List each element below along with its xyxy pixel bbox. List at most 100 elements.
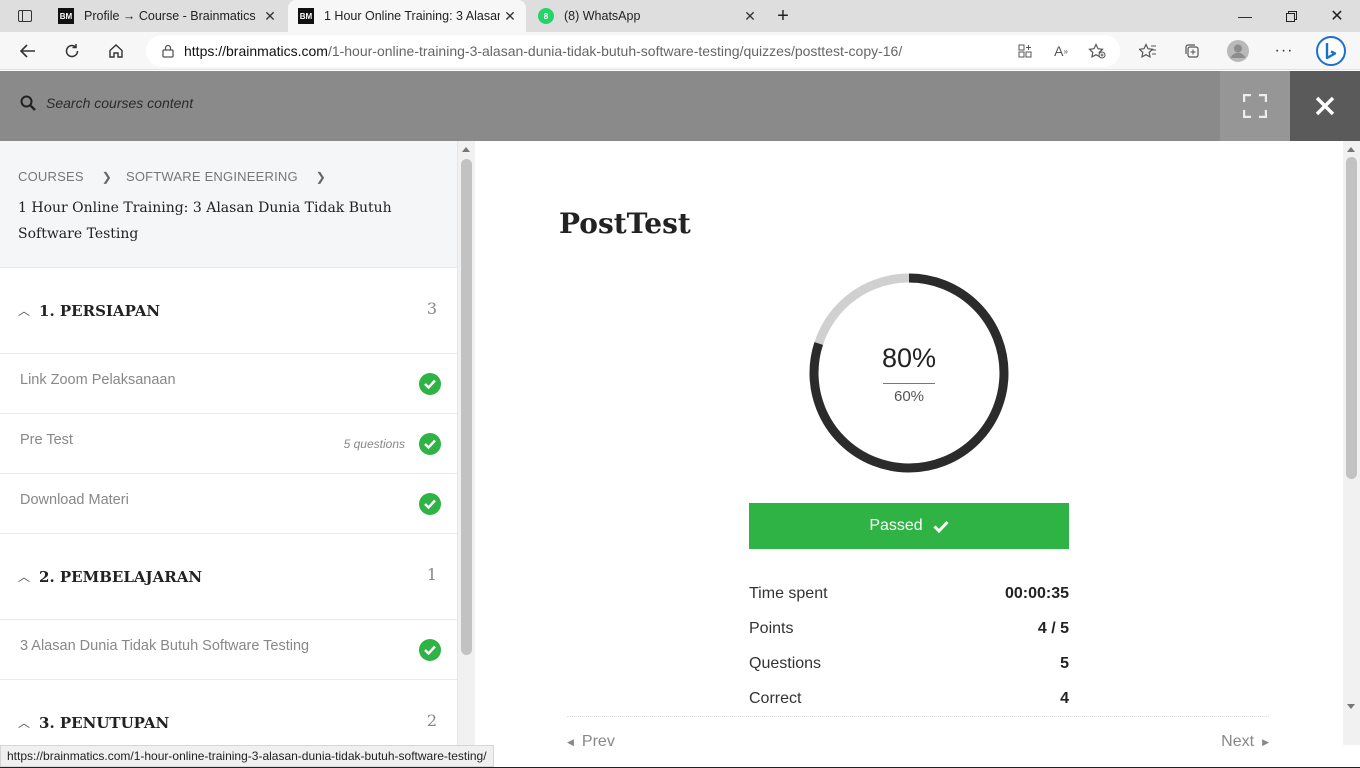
- tab-posttest[interactable]: BM 1 Hour Online Training: 3 Alasan ✕: [288, 0, 526, 32]
- close-course-button[interactable]: [1290, 71, 1360, 141]
- tab-title: 1 Hour Online Training: 3 Alasan: [324, 9, 500, 23]
- tab-title: (8) WhatsApp: [564, 9, 641, 23]
- stat-label: Questions: [749, 655, 822, 672]
- lesson-title: 3 Alasan Dunia Tidak Butuh Software Test…: [20, 637, 310, 654]
- completed-check-icon: [419, 492, 441, 515]
- scroll-up-arrow-icon[interactable]: [462, 147, 470, 152]
- checkmark-icon: [933, 520, 949, 533]
- chevron-right-icon: ❯: [315, 169, 327, 184]
- breadcrumb-courses[interactable]: COURSES: [18, 169, 84, 184]
- result-percent: 80%: [881, 343, 937, 373]
- breadcrumb: COURSES ❯ SOFTWARE ENGINEERING ❯ 1 Hour …: [0, 141, 457, 268]
- section-count: 3: [426, 299, 437, 318]
- tab-profile-course[interactable]: BM Profile → Course - Brainmatics ✕: [48, 0, 286, 32]
- add-favorite-icon[interactable]: [1082, 36, 1112, 66]
- url-path: /1-hour-online-training-3-alasan-dunia-t…: [327, 43, 903, 59]
- restore-icon[interactable]: [1268, 0, 1314, 32]
- completed-check-icon: [419, 432, 441, 455]
- home-icon[interactable]: [101, 36, 131, 66]
- back-icon[interactable]: [13, 36, 43, 66]
- browser-tab-bar: BM Profile → Course - Brainmatics ✕ BM 1…: [0, 0, 1360, 32]
- scrollbar-thumb[interactable]: [1346, 157, 1357, 479]
- lesson-pre-test[interactable]: Pre Test 5 questions: [0, 414, 457, 474]
- curriculum-sidebar: COURSES ❯ SOFTWARE ENGINEERING ❯ 1 Hour …: [0, 141, 458, 745]
- scroll-up-arrow-icon[interactable]: [1347, 147, 1355, 152]
- completed-check-icon: [419, 372, 441, 395]
- refresh-icon[interactable]: [57, 36, 87, 66]
- section-pembelajaran[interactable]: ︿ 2. PEMBELAJARAN 1: [0, 534, 457, 620]
- whatsapp-favicon-icon: 8: [538, 8, 554, 24]
- chevron-up-icon: ︿: [18, 304, 31, 318]
- passed-badge: Passed: [749, 503, 1069, 549]
- fullscreen-button[interactable]: [1220, 71, 1290, 141]
- quiz-stats: Time spent 00:00:35 Points 4 / 5 Questions…: [749, 585, 1069, 725]
- prev-label: Prev: [581, 733, 615, 750]
- new-tab-icon[interactable]: +: [770, 0, 796, 32]
- stat-label: Points: [749, 620, 794, 637]
- stat-label: Time spent: [749, 585, 828, 602]
- stat-value: 4 / 5: [1037, 620, 1069, 637]
- section-title: 3. PENUTUPAN: [39, 713, 170, 732]
- more-options-icon[interactable]: ···: [1269, 36, 1299, 66]
- tab-whatsapp[interactable]: 8 (8) WhatsApp ✕: [528, 0, 766, 32]
- chevron-up-icon: ︿: [18, 716, 31, 730]
- chevron-right-icon: ❯: [101, 169, 112, 184]
- section-penutupan[interactable]: ︿ 3. PENUTUPAN 2: [0, 680, 457, 745]
- app-available-icon[interactable]: [1010, 36, 1040, 66]
- url-bar[interactable]: https://brainmatics.com/1-hour-online-tr…: [146, 35, 1120, 67]
- quiz-result-panel: PostTest 80% 60% Passed Time spent 00:00:…: [475, 141, 1343, 750]
- prev-button[interactable]: ◀ Prev: [567, 733, 615, 751]
- course-top-bar: Search courses content: [0, 71, 1360, 141]
- caret-right-icon: ▶: [1262, 736, 1269, 747]
- result-ring: 80%: [809, 273, 1009, 473]
- breadcrumb-software-engineering[interactable]: SOFTWARE ENGINEERING: [126, 169, 298, 184]
- url-host: https://brainmatics.com: [184, 43, 328, 59]
- close-tab-icon[interactable]: ✕: [260, 8, 280, 25]
- course-search[interactable]: Search courses content: [20, 95, 193, 111]
- lesson-title: Pre Test: [20, 431, 73, 448]
- scroll-down-arrow-icon[interactable]: [1347, 704, 1355, 709]
- completed-check-icon: [419, 638, 441, 661]
- section-count: 2: [426, 711, 437, 730]
- lesson-3-alasan[interactable]: 3 Alasan Dunia Tidak Butuh Software Test…: [0, 620, 457, 680]
- lesson-title: Link Zoom Pelaksanaan: [20, 371, 176, 388]
- lesson-download-materi[interactable]: Download Materi: [0, 474, 457, 534]
- minimize-icon[interactable]: —: [1222, 0, 1268, 32]
- bing-chat-icon[interactable]: [1314, 36, 1348, 66]
- fullscreen-icon: [1243, 94, 1267, 118]
- close-tab-icon[interactable]: ✕: [500, 8, 520, 25]
- stat-value: 00:00:35: [1004, 585, 1069, 602]
- close-tab-icon[interactable]: ✕: [740, 8, 760, 25]
- profile-avatar-icon[interactable]: [1223, 36, 1253, 66]
- close-window-icon[interactable]: ✕: [1314, 0, 1360, 32]
- passing-grade: 60%: [883, 383, 935, 405]
- lesson-navigation: ◀ Prev Next ▶: [567, 716, 1269, 750]
- section-title: 1. PERSIAPAN: [39, 301, 161, 320]
- brainmatics-favicon-icon: BM: [58, 8, 74, 24]
- status-bar-url: https://brainmatics.com/1-hour-online-tr…: [0, 745, 494, 767]
- stat-time-spent: Time spent 00:00:35: [749, 585, 1069, 620]
- stat-questions: Questions 5: [749, 655, 1069, 690]
- lesson-title: Download Materi: [20, 491, 129, 508]
- sidebar-scrollbar[interactable]: [458, 141, 475, 745]
- search-input[interactable]: Search courses content: [46, 95, 193, 111]
- lesson-link-zoom[interactable]: Link Zoom Pelaksanaan: [0, 354, 457, 414]
- next-button[interactable]: Next ▶: [1221, 733, 1269, 751]
- question-count: 5 questions: [343, 436, 405, 451]
- main-scrollbar[interactable]: [1343, 141, 1360, 745]
- stat-value: 5: [1060, 655, 1069, 672]
- course-title: 1 Hour Online Training: 3 Alasan Dunia T…: [18, 200, 392, 242]
- collections-icon[interactable]: [1177, 36, 1207, 66]
- section-title: 2. PEMBELAJARAN: [39, 567, 203, 586]
- read-aloud-icon[interactable]: A»: [1046, 36, 1076, 66]
- next-label: Next: [1221, 733, 1255, 750]
- tab-actions-icon[interactable]: [12, 0, 38, 32]
- scrollbar-thumb[interactable]: [461, 159, 472, 655]
- favorites-icon[interactable]: [1133, 36, 1163, 66]
- section-persiapan[interactable]: ︿ 1. PERSIAPAN 3: [0, 268, 457, 354]
- quiz-title: PostTest: [559, 207, 691, 240]
- stat-points: Points 4 / 5: [749, 620, 1069, 655]
- section-count: 1: [426, 565, 437, 584]
- search-icon: [20, 95, 36, 111]
- lock-icon[interactable]: [162, 44, 174, 58]
